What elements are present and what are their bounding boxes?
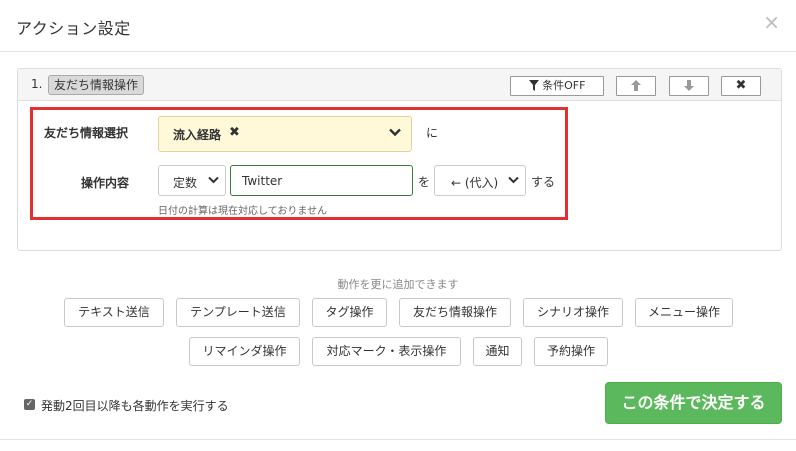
arrow-down-icon — [684, 80, 694, 91]
add-mark-display-operation-button[interactable]: 対応マーク・表示操作 — [312, 337, 461, 366]
move-up-button[interactable] — [616, 76, 656, 96]
chevron-down-icon — [208, 176, 219, 184]
particle-wo: を — [418, 175, 431, 189]
filter-icon — [528, 80, 539, 91]
operator-select[interactable]: ← (代入) — [434, 165, 526, 196]
operation-label: 操作内容 — [81, 176, 130, 190]
action-panel-header: 1. 友だち情報操作 条件OFF ✖ — [18, 69, 781, 101]
add-reminder-operation-button[interactable]: リマインダ操作 — [189, 337, 300, 366]
date-calc-hint: 日付の計算は現在対応しておりません — [158, 206, 328, 217]
add-template-send-button[interactable]: テンプレート送信 — [176, 298, 300, 327]
selected-field-chip: 流入経路 — [173, 128, 222, 142]
add-reservation-operation-button[interactable]: 予約操作 — [534, 337, 608, 366]
step-type-tag: 友だち情報操作 — [48, 75, 145, 95]
friend-info-label: 友だち情報選択 — [44, 126, 129, 140]
friend-info-select[interactable]: 流入経路 ✖ — [158, 116, 412, 152]
operator-value: ← (代入) — [451, 176, 499, 190]
submit-button[interactable]: この条件で決定する — [605, 382, 782, 424]
add-actions-caption: 動作を更に追加できます — [337, 278, 459, 291]
repeat-checkbox-label: 発動2回目以降も各動作を実行する — [41, 399, 229, 413]
delete-step-button[interactable]: ✖ — [721, 76, 761, 96]
arrow-up-icon — [631, 80, 641, 91]
value-input[interactable]: Twitter — [230, 165, 413, 196]
value-type-select[interactable]: 定数 — [158, 165, 226, 196]
chip-remove-icon[interactable]: ✖ — [229, 125, 240, 140]
particle-ni: に — [426, 126, 439, 140]
close-icon: ✖ — [735, 78, 747, 93]
move-down-button[interactable] — [669, 76, 709, 96]
condition-toggle-label: 条件OFF — [542, 79, 586, 92]
condition-toggle-button[interactable]: 条件OFF — [510, 76, 604, 96]
add-tag-operation-button[interactable]: タグ操作 — [312, 298, 387, 327]
value-type-value: 定数 — [173, 176, 198, 190]
chevron-down-icon — [508, 176, 519, 184]
step-number: 1. — [31, 77, 43, 91]
add-notification-button[interactable]: 通知 — [473, 337, 522, 366]
chevron-down-icon — [389, 128, 401, 137]
footer-divider — [0, 439, 796, 440]
modal-title: アクション設定 — [16, 19, 131, 38]
modal-header: アクション設定 × — [0, 0, 796, 52]
add-menu-operation-button[interactable]: メニュー操作 — [635, 298, 733, 327]
close-icon[interactable]: × — [763, 12, 780, 32]
add-scenario-operation-button[interactable]: シナリオ操作 — [523, 298, 623, 327]
add-friend-info-operation-button[interactable]: 友だち情報操作 — [399, 298, 511, 327]
suffix-suru: する — [531, 175, 556, 189]
add-text-send-button[interactable]: テキスト送信 — [64, 298, 164, 327]
repeat-checkbox[interactable]: ✓ — [24, 399, 35, 410]
